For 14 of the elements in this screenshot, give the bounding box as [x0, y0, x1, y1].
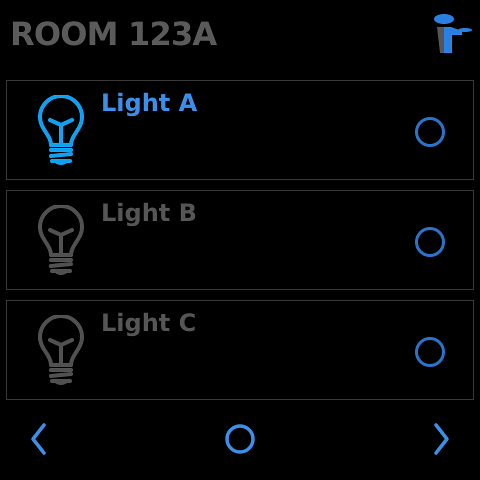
toggle-button[interactable]	[415, 117, 445, 147]
home-icon[interactable]	[224, 423, 256, 455]
toggle-button[interactable]	[415, 227, 445, 257]
light-card[interactable]: Light B	[6, 190, 474, 290]
toggle-button[interactable]	[415, 337, 445, 367]
light-card[interactable]: Light C	[6, 300, 474, 400]
next-icon[interactable]	[432, 422, 450, 456]
light-label: Light C	[101, 311, 196, 335]
room-title: ROOM 123A	[10, 18, 216, 50]
figure-icon	[432, 13, 472, 55]
light-label: Light A	[101, 91, 198, 115]
light-label: Light B	[101, 201, 197, 225]
light-card[interactable]: Light A	[6, 80, 474, 180]
previous-icon[interactable]	[30, 422, 48, 456]
